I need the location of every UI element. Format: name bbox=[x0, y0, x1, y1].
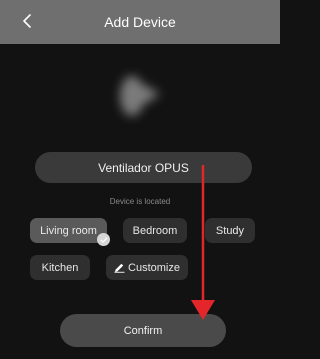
device-located-label: Device is located bbox=[109, 197, 171, 206]
device-name-value: Ventilador OPUS bbox=[98, 160, 189, 175]
device-name-field[interactable]: Ventilador OPUS bbox=[35, 152, 252, 183]
room-chip-study[interactable]: Study bbox=[205, 218, 255, 243]
room-chip-kitchen[interactable]: Kitchen bbox=[30, 255, 90, 280]
room-chip-label: Living room bbox=[40, 224, 97, 237]
room-chip-label: Study bbox=[215, 224, 245, 237]
confirm-label: Confirm bbox=[123, 324, 163, 337]
room-chip-living-room[interactable]: Living room bbox=[30, 218, 110, 246]
pencil-icon bbox=[114, 263, 125, 273]
page-title: Add Device bbox=[104, 14, 176, 30]
check-icon bbox=[97, 233, 110, 246]
room-chip-label: Kitchen bbox=[41, 261, 79, 274]
room-chip-label: Bedroom bbox=[132, 224, 178, 237]
customize-button[interactable]: Customize bbox=[106, 255, 188, 280]
device-image bbox=[120, 76, 160, 116]
top-bar: Add Device bbox=[0, 0, 280, 44]
customize-label: Customize bbox=[128, 261, 180, 274]
room-chip-bedroom[interactable]: Bedroom bbox=[123, 218, 187, 243]
confirm-button[interactable]: Confirm bbox=[60, 314, 226, 347]
